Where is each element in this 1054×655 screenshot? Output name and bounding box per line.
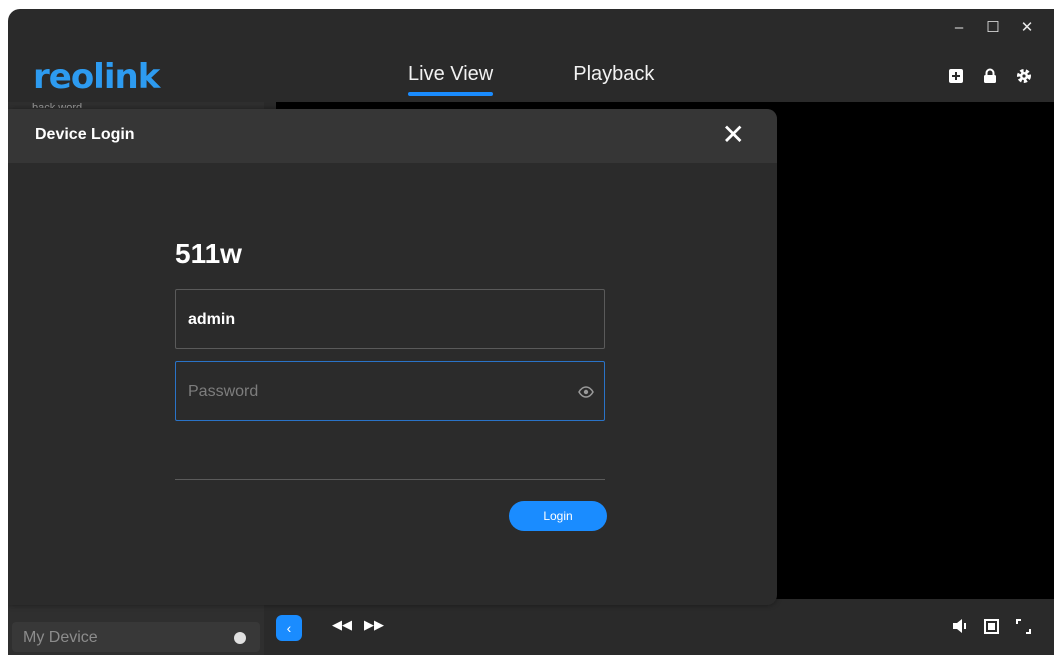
lock-icon[interactable]: [982, 68, 998, 84]
rewind-icon[interactable]: ◀◀: [332, 617, 352, 633]
main-nav: Live View Playback: [408, 63, 654, 96]
app-window: – ☐ ✕ reolink Live View Playback back wo…: [8, 9, 1054, 655]
device-login-dialog: Device Login ✕ 511w Login: [8, 109, 777, 605]
add-icon[interactable]: [948, 68, 964, 84]
tab-playback[interactable]: Playback: [573, 63, 654, 94]
password-field-box: [175, 361, 605, 422]
stop-icon[interactable]: [984, 619, 999, 637]
login-button[interactable]: Login: [509, 501, 607, 531]
device-toggle-icon[interactable]: [234, 632, 246, 644]
device-name: 511w: [175, 238, 242, 269]
password-input[interactable]: [186, 362, 570, 422]
forward-icon[interactable]: ▶▶: [364, 617, 384, 633]
minimize-button[interactable]: –: [950, 19, 968, 37]
volume-icon[interactable]: [952, 619, 968, 636]
window-controls: – ☐ ✕: [950, 19, 1036, 37]
username-input[interactable]: [186, 290, 570, 350]
username-field-box: [175, 289, 605, 350]
my-device-item[interactable]: My Device: [12, 622, 260, 652]
my-device-label: My Device: [23, 629, 98, 646]
gear-icon[interactable]: [1016, 68, 1032, 84]
dialog-title: Device Login: [35, 126, 135, 143]
header-icons: [948, 68, 1032, 84]
logo: reolink: [33, 57, 160, 97]
maximize-button[interactable]: ☐: [984, 19, 1002, 37]
divider: [175, 479, 605, 480]
tab-live-view[interactable]: Live View: [408, 63, 494, 96]
sidebar-partial-text: back word: [32, 102, 83, 108]
dialog-header: Device Login ✕: [8, 109, 777, 163]
fullscreen-icon[interactable]: [1016, 619, 1031, 637]
close-window-button[interactable]: ✕: [1018, 19, 1036, 37]
collapse-sidebar-button[interactable]: ‹: [276, 615, 302, 641]
close-icon[interactable]: ✕: [722, 120, 745, 150]
eye-icon[interactable]: [578, 384, 594, 400]
bottom-toolbar: ‹ ◀◀ ▶▶: [264, 599, 1054, 655]
